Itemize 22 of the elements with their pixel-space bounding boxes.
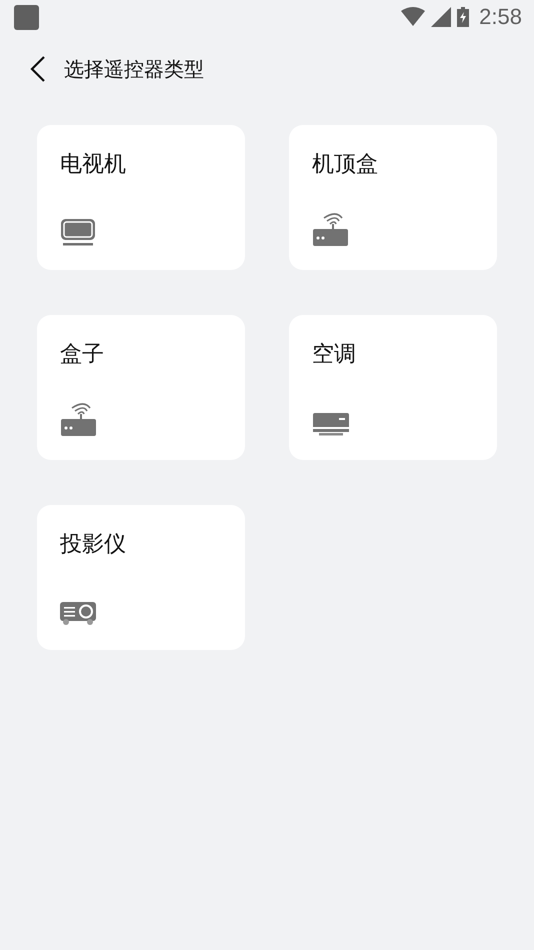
device-label: 盒子: [60, 341, 104, 369]
wifi-icon: [401, 7, 426, 27]
device-card[interactable]: 电视机: [37, 125, 245, 270]
device-label: 投影仪: [60, 531, 126, 559]
battery-icon: [457, 7, 470, 27]
router-icon: [60, 402, 96, 436]
device-card[interactable]: 盒子: [37, 315, 245, 460]
device-label: 空调: [312, 341, 356, 369]
clock-time: 2:58: [479, 4, 522, 30]
device-card[interactable]: 空调: [289, 315, 497, 460]
page-title: 选择遥控器类型: [64, 56, 204, 82]
projector-icon: [60, 602, 96, 626]
tv-icon: [60, 218, 96, 246]
device-card[interactable]: 机顶盒: [289, 125, 497, 270]
air-conditioner-icon: [312, 412, 350, 436]
device-label: 电视机: [60, 151, 126, 179]
app-icon: [14, 4, 39, 30]
device-label: 机顶盒: [312, 151, 378, 179]
device-card[interactable]: 投影仪: [37, 505, 245, 650]
signal-icon: [431, 7, 452, 27]
router-icon: [312, 212, 348, 246]
back-button[interactable]: [28, 54, 48, 84]
